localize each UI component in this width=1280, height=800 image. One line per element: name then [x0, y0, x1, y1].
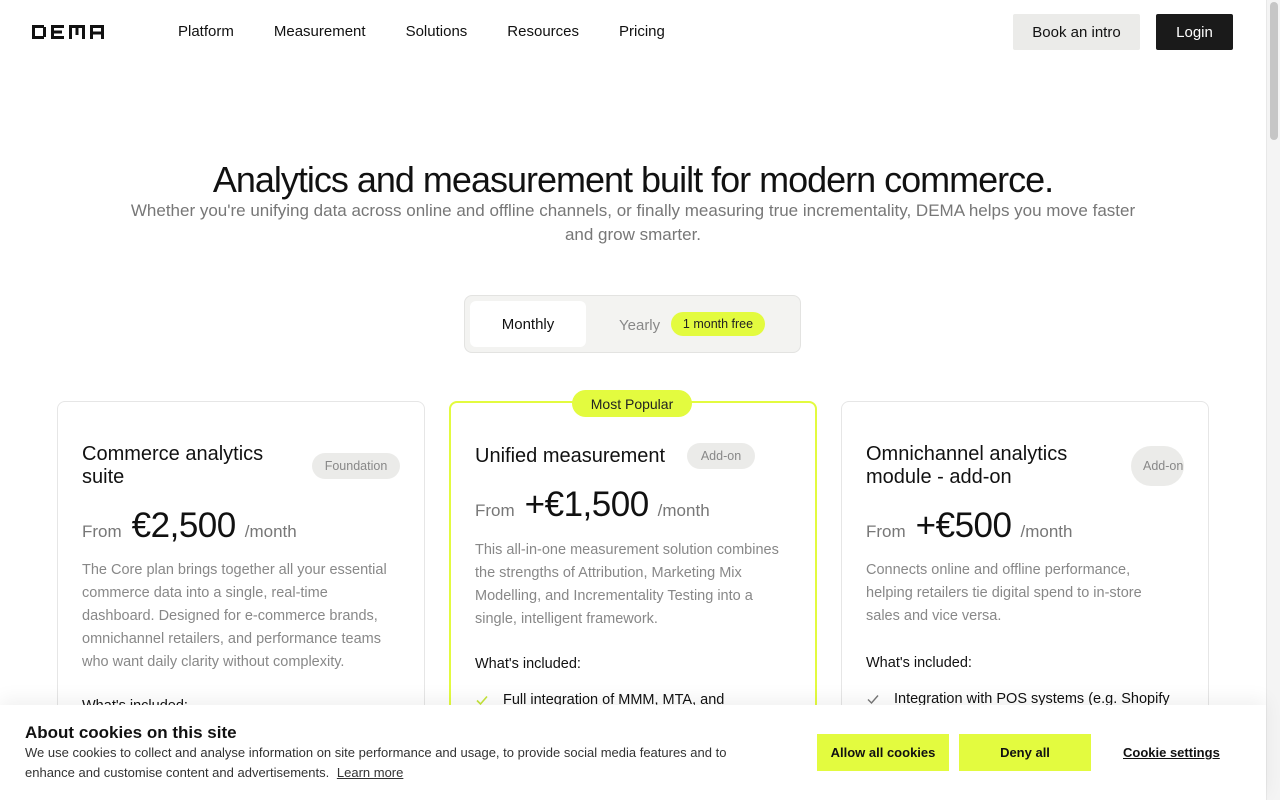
page-subtitle: Whether you're unifying data across onli… — [130, 201, 1136, 244]
nav-resources[interactable]: Resources — [507, 23, 579, 41]
plan-title: Omnichannel analytics module - add-on — [866, 443, 1068, 488]
scrollbar-thumb[interactable] — [1270, 2, 1278, 140]
nav-measurement[interactable]: Measurement — [274, 23, 366, 41]
plan-description: Connects online and offline performance,… — [866, 562, 1142, 624]
toggle-monthly[interactable]: Monthly — [470, 301, 586, 347]
learn-more-link[interactable]: Learn more — [337, 765, 403, 780]
main-nav: Platform Measurement Solutions Resources… — [178, 23, 705, 41]
page-scrollbar[interactable] — [1266, 0, 1280, 800]
plan-badge: Add-on — [687, 443, 755, 469]
yearly-discount-badge: 1 month free — [671, 312, 765, 336]
nav-pricing[interactable]: Pricing — [619, 23, 665, 41]
price-period: /month — [1020, 522, 1073, 541]
dema-logo[interactable] — [32, 24, 104, 40]
cookie-title: About cookies on this site — [25, 723, 237, 742]
allow-all-cookies-button[interactable]: Allow all cookies — [817, 734, 949, 771]
most-popular-badge: Most Popular — [572, 390, 692, 417]
plan-title: Commerce analytics suite — [82, 443, 264, 488]
included-label: What's included: — [475, 656, 581, 672]
price-value: +€1,500 — [524, 485, 650, 524]
billing-toggle: Monthly Yearly 1 month free — [464, 295, 801, 353]
plan-price-row: From €2,500 /month — [82, 506, 297, 546]
price-value: +€500 — [915, 506, 1012, 545]
price-from-label: From — [866, 522, 906, 541]
deny-all-button[interactable]: Deny all — [959, 734, 1091, 771]
page-title: Analytics and measurement built for mode… — [212, 159, 1054, 200]
cookie-banner: About cookies on this site We use cookie… — [0, 705, 1266, 800]
nav-platform[interactable]: Platform — [178, 23, 234, 41]
plan-price-row: From +€500 /month — [866, 506, 1072, 546]
price-value: €2,500 — [131, 506, 237, 545]
plan-badge: Add-on — [1131, 446, 1184, 486]
site-header: Platform Measurement Solutions Resources… — [0, 0, 1266, 64]
plan-description: This all-in-one measurement solution com… — [475, 542, 779, 627]
plan-title: Unified measurement — [475, 445, 666, 467]
cookie-settings-link[interactable]: Cookie settings — [1123, 745, 1220, 760]
book-intro-button[interactable]: Book an intro — [1013, 14, 1140, 50]
price-period: /month — [244, 522, 297, 541]
check-icon — [867, 695, 879, 705]
price-period: /month — [657, 501, 710, 520]
cookie-text: We use cookies to collect and analyse in… — [25, 743, 765, 783]
nav-solutions[interactable]: Solutions — [406, 23, 468, 41]
plan-badge: Foundation — [312, 453, 400, 479]
login-button[interactable]: Login — [1156, 14, 1233, 50]
price-from-label: From — [475, 501, 515, 520]
included-label: What's included: — [866, 655, 972, 671]
plan-description: The Core plan brings together all your e… — [82, 562, 387, 670]
toggle-yearly[interactable]: Yearly — [619, 317, 660, 334]
price-from-label: From — [82, 522, 122, 541]
plan-price-row: From +€1,500 /month — [475, 485, 710, 525]
